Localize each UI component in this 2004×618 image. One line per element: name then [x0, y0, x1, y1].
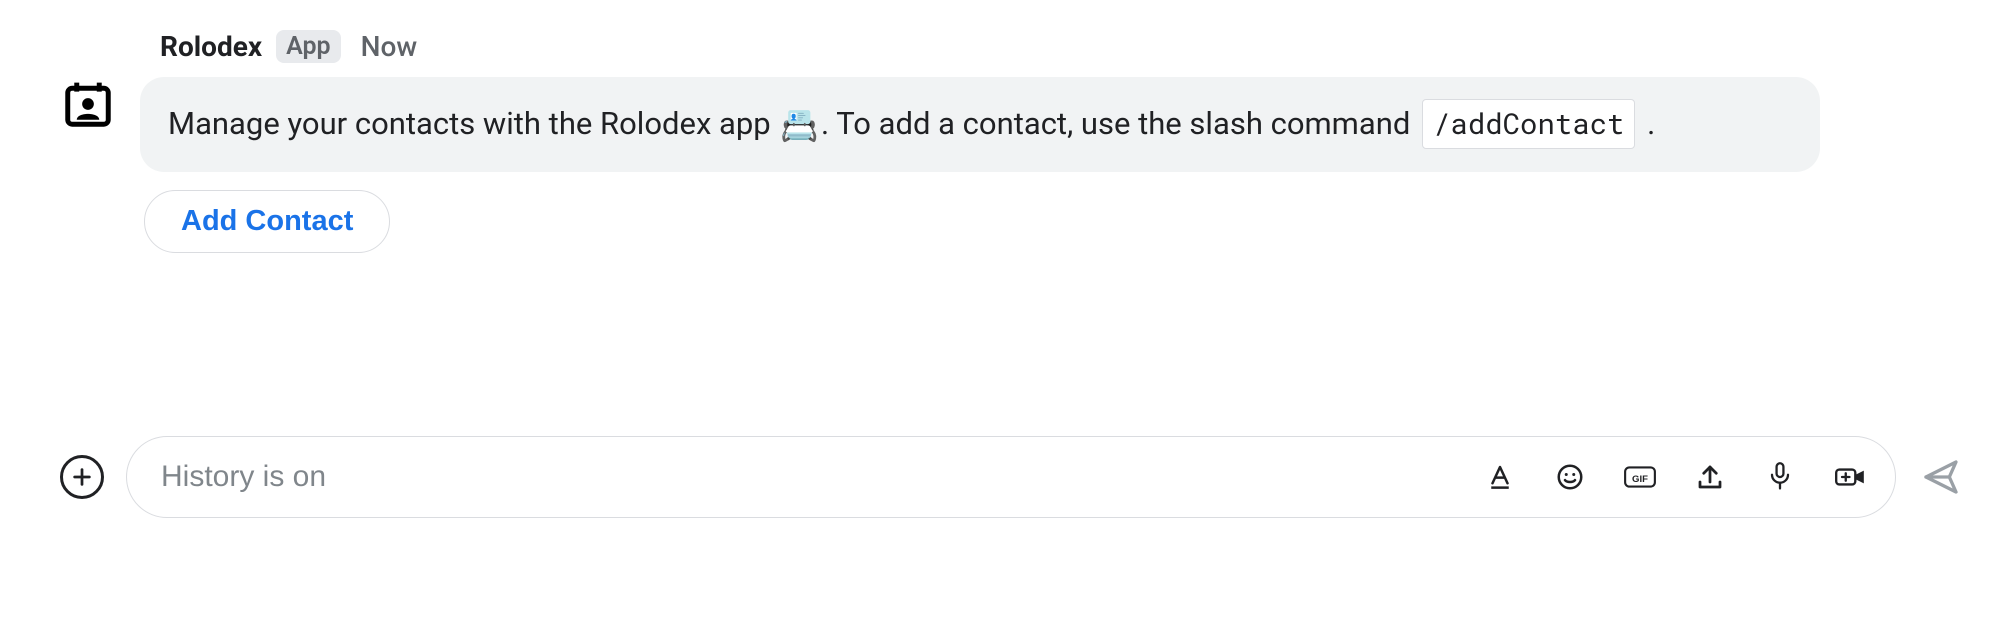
app-avatar: [60, 76, 116, 132]
add-contact-button[interactable]: Add Contact: [144, 190, 390, 253]
message-bubble: Manage your contacts with the Rolodex ap…: [140, 77, 1820, 172]
upload-button[interactable]: [1693, 460, 1727, 494]
mic-icon: [1766, 461, 1794, 493]
send-button[interactable]: [1918, 454, 1964, 500]
mic-button[interactable]: [1763, 460, 1797, 494]
svg-text:GIF: GIF: [1632, 474, 1648, 485]
video-plus-icon: [1833, 462, 1867, 492]
upload-icon: [1695, 462, 1725, 492]
emoji-icon: [1555, 462, 1585, 492]
message-input[interactable]: [159, 459, 1463, 495]
message-text-2: . To add a contact, use the slash comman…: [821, 105, 1418, 142]
sender-name: Rolodex: [160, 33, 262, 61]
message-meta: Rolodex App Now: [140, 30, 1964, 63]
app-badge: App: [276, 30, 341, 63]
video-button[interactable]: [1833, 460, 1867, 494]
message-time: Now: [361, 33, 418, 61]
gif-icon: GIF: [1623, 462, 1657, 492]
text-format-button[interactable]: [1483, 460, 1517, 494]
message-text-3: .: [1639, 105, 1655, 142]
card-index-emoji: 📇: [780, 107, 819, 144]
emoji-button[interactable]: [1553, 460, 1587, 494]
gif-button[interactable]: GIF: [1623, 460, 1657, 494]
text-format-icon: [1485, 462, 1515, 492]
send-icon: [1921, 457, 1961, 497]
message-text-1: Manage your contacts with the Rolodex ap…: [168, 105, 778, 142]
calendar-contact-icon: [61, 77, 115, 131]
attach-plus-button[interactable]: [60, 455, 104, 499]
compose-area: GIF: [126, 436, 1896, 518]
plus-icon: [71, 466, 93, 488]
slash-command-chip: /addContact: [1422, 99, 1635, 149]
